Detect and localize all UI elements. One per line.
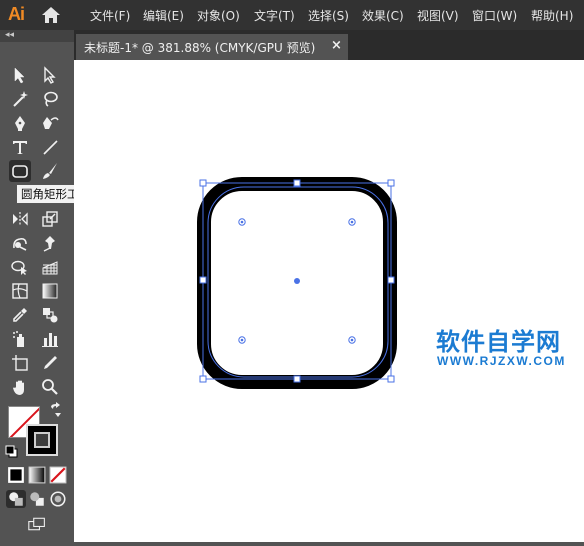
menu-bar: Ai 文件(F) 编辑(E) 对象(O) 文字(T) 选择(S) 效果(C) 视… (0, 0, 584, 30)
symbol-sprayer-tool-icon[interactable] (9, 328, 31, 350)
slice-tool-icon[interactable] (39, 352, 61, 374)
eyedropper-tool-icon[interactable] (9, 304, 31, 326)
shape-builder-tool-icon[interactable] (9, 256, 31, 278)
draw-inside-icon[interactable] (48, 490, 68, 508)
none-mode-icon[interactable] (48, 466, 68, 484)
column-graph-tool-icon[interactable] (39, 328, 61, 350)
menu-view[interactable]: 视图(V) (417, 7, 459, 24)
draw-normal-icon[interactable] (6, 490, 26, 508)
home-icon[interactable] (41, 6, 61, 24)
menu-object[interactable]: 对象(O) (197, 7, 240, 24)
direct-selection-tool-icon[interactable] (39, 64, 61, 86)
artboard-tool-icon[interactable] (9, 352, 31, 374)
document-tab[interactable]: 未标题-1* @ 381.88% (CMYK/GPU 预览) × (76, 34, 348, 60)
magic-wand-tool-icon[interactable] (9, 88, 31, 110)
menu-select[interactable]: 选择(S) (308, 7, 349, 24)
paintbrush-tool-icon[interactable] (39, 160, 61, 182)
draw-behind-icon[interactable] (27, 490, 47, 508)
watermark-text: 软件自学网 (436, 328, 561, 356)
menu-type[interactable]: 文字(T) (254, 7, 295, 24)
lasso-tool-icon[interactable] (39, 88, 61, 110)
puppet-warp-tool-icon[interactable] (39, 232, 61, 254)
menu-edit[interactable]: 编辑(E) (143, 7, 184, 24)
rounded-rectangle-tool-icon[interactable] (9, 160, 31, 182)
pen-tool-icon[interactable] (9, 112, 31, 134)
menu-window[interactable]: 窗口(W) (472, 7, 517, 24)
zoom-tool-icon[interactable] (39, 376, 61, 398)
app-logo: Ai (8, 4, 25, 24)
blend-tool-icon[interactable] (39, 304, 61, 326)
screen-mode-icon[interactable] (24, 514, 50, 534)
perspective-grid-tool-icon[interactable] (39, 256, 61, 278)
color-mode-icon[interactable] (6, 466, 26, 484)
gradient-tool-icon[interactable] (39, 280, 61, 302)
collapse-panel-icon[interactable]: ◂◂ (5, 30, 14, 40)
menu-effect[interactable]: 效果(C) (362, 7, 404, 24)
line-segment-tool-icon[interactable] (39, 136, 61, 158)
gradient-mode-icon[interactable] (27, 466, 47, 484)
mesh-tool-icon[interactable] (9, 280, 31, 302)
selection-tool-icon[interactable] (9, 64, 31, 86)
artwork (197, 177, 397, 389)
document-tab-title: 未标题-1* @ 381.88% (CMYK/GPU 预览) (84, 41, 316, 55)
artboard-canvas[interactable] (74, 60, 584, 542)
tab-close-icon[interactable]: × (331, 38, 342, 53)
swap-fill-stroke-icon[interactable] (48, 402, 64, 418)
default-fill-stroke-icon[interactable] (4, 444, 20, 460)
stroke-swatch[interactable] (26, 424, 58, 456)
warp-tool-icon[interactable] (9, 232, 31, 254)
reflect-tool-icon[interactable] (9, 208, 31, 230)
scale-tool-icon[interactable] (39, 208, 61, 230)
center-point (294, 278, 300, 284)
watermark-url: WWW.RJZXW.COM (437, 354, 566, 368)
menu-help[interactable]: 帮助(H) (531, 7, 573, 24)
curvature-tool-icon[interactable] (39, 112, 61, 134)
type-tool-icon[interactable] (9, 136, 31, 158)
menu-file[interactable]: 文件(F) (90, 7, 130, 24)
hand-tool-icon[interactable] (9, 376, 31, 398)
